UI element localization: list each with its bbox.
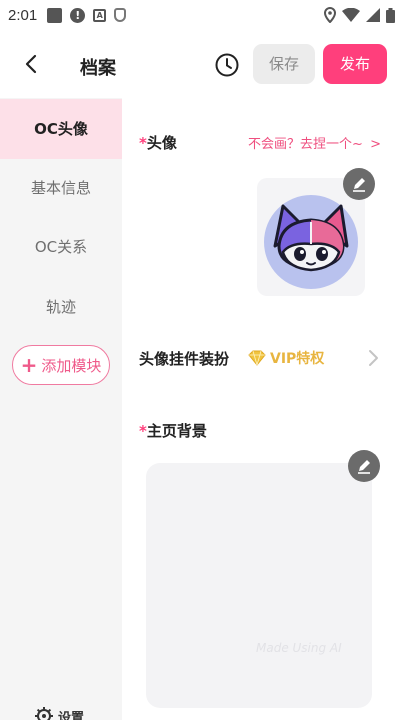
signal-icon [366, 8, 380, 22]
main-content: *头像 不会画？去捏一个~ > 头像挂件装扮 VIP特权 *主页背景 Made … [122, 98, 405, 720]
cat-avatar-illustration [264, 195, 358, 289]
publish-button[interactable]: 发布 [323, 44, 387, 84]
sidebar-item-oc-avatar[interactable]: OC头像 [0, 99, 122, 159]
sidebar-item-basic-info[interactable]: 基本信息 [0, 158, 122, 218]
add-module-button[interactable]: + 添加模块 [12, 345, 110, 385]
avatar-decoration-label: 头像挂件装扮 [139, 350, 230, 368]
edit-background-button[interactable] [348, 450, 380, 482]
system-icons [324, 7, 395, 23]
settings-label: 设置 [58, 710, 85, 720]
required-mark: * [139, 422, 147, 440]
chevron-right-icon: > [370, 137, 381, 152]
shield-icon [114, 8, 127, 22]
avatar-decoration-row[interactable]: 头像挂件装扮 VIP特权 [122, 338, 405, 378]
sidebar-item-trajectory[interactable]: 轨迹 [0, 277, 122, 337]
edit-avatar-button[interactable] [343, 168, 375, 200]
vip-label: VIP特权 [270, 351, 325, 367]
history-button[interactable] [214, 52, 240, 78]
vip-privilege-badge: VIP特权 [248, 348, 324, 368]
battery-icon [386, 7, 395, 23]
location-icon [324, 7, 336, 23]
gallery-notification-icon [47, 7, 63, 23]
background-label: 主页背景 [146, 422, 207, 440]
top-app-bar: 档案 保存 发布 [0, 42, 405, 88]
status-time: 2:01 [8, 6, 38, 24]
back-button[interactable] [20, 50, 44, 78]
clock-icon [215, 53, 239, 77]
status-bar: 2:01 ! A [0, 0, 405, 30]
diamond-icon [248, 350, 266, 366]
pencil-icon [353, 178, 365, 192]
pencil-icon [358, 460, 370, 474]
wifi-icon [342, 8, 360, 22]
plus-icon: + [20, 353, 38, 377]
background-section-label: *主页背景 [139, 420, 207, 441]
create-avatar-link[interactable]: 不会画？去捏一个~ > [248, 133, 381, 152]
app-notification-icon: A [93, 8, 107, 22]
page-title: 档案 [80, 58, 116, 79]
sidebar-item-oc-relations[interactable]: OC关系 [0, 217, 122, 277]
alert-notification-icon: ! [70, 7, 86, 23]
background-image-placeholder[interactable]: Made Using AI [146, 463, 372, 708]
add-module-label: 添加模块 [41, 356, 102, 375]
chevron-left-icon [25, 54, 37, 74]
required-mark: * [139, 134, 147, 152]
watermark-text: Made Using AI [256, 641, 342, 655]
avatar-label: 头像 [146, 134, 177, 152]
notification-icons: ! A [47, 7, 127, 23]
avatar-section-label: *头像 [139, 132, 177, 153]
chevron-right-icon [369, 350, 378, 366]
create-avatar-link-text: 不会画？去捏一个~ [248, 137, 363, 152]
sidebar: OC头像 基本信息 OC关系 轨迹 + 添加模块 设置 [0, 98, 122, 720]
settings-button[interactable]: 设置 [34, 706, 84, 720]
save-button[interactable]: 保存 [253, 44, 315, 84]
gear-icon [35, 707, 53, 720]
